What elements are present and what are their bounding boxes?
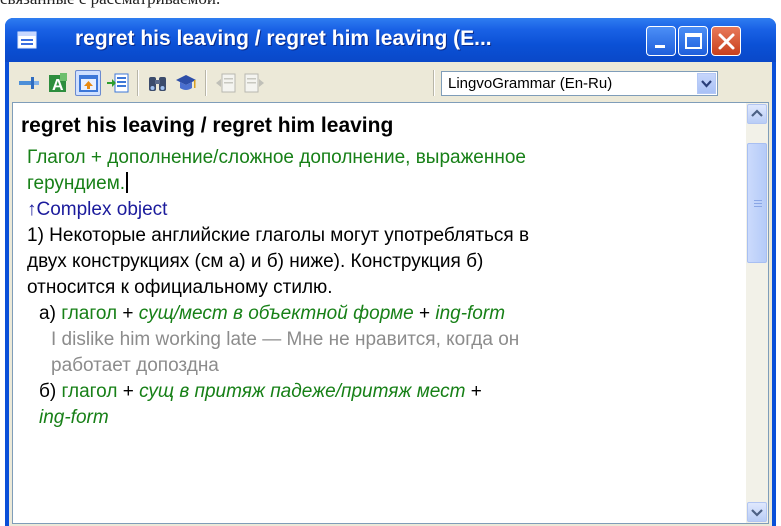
card-view-button[interactable] <box>75 70 101 96</box>
construction-a: а) глагол + сущ/мест в объектной форме +… <box>39 302 505 325</box>
learn-button[interactable] <box>173 70 199 96</box>
thumb-grip <box>754 206 762 207</box>
binoculars-icon <box>149 77 166 91</box>
client-area: A LingvoGrammar (En-Ru) regret his leavi… <box>9 62 772 526</box>
pin-button[interactable] <box>16 70 42 96</box>
maximize-icon <box>685 33 702 49</box>
find-button[interactable] <box>145 70 171 96</box>
example-line: работает допоздна <box>51 355 219 376</box>
toolbar-separator <box>433 70 435 96</box>
back-button[interactable] <box>213 70 239 96</box>
vertical-scrollbar[interactable] <box>746 103 768 523</box>
app-window-icon[interactable] <box>17 30 37 50</box>
paragraph-line: относится к официальному стилю. <box>27 277 333 298</box>
chevron-up-icon <box>751 109 763 117</box>
plus-sign: + <box>418 303 431 324</box>
minimize-button[interactable] <box>646 26 676 56</box>
maximize-button[interactable] <box>678 26 708 56</box>
dictionary-select[interactable]: LingvoGrammar (En-Ru) <box>441 71 718 96</box>
complex-object-link[interactable]: ↑Complex object <box>27 198 167 221</box>
ing-form-label: ing-form <box>39 407 109 428</box>
forward-button[interactable] <box>241 70 267 96</box>
marker-b: б) <box>39 381 57 402</box>
plus-sign: + <box>122 381 134 402</box>
plus-sign: + <box>122 303 134 324</box>
toolbar: A LingvoGrammar (En-Ru) <box>9 62 772 102</box>
article-content: regret his leaving / regret him leaving … <box>13 103 746 523</box>
definition-line: Глагол + дополнение/сложное дополнение, … <box>27 147 526 168</box>
scroll-up-button[interactable] <box>747 104 767 124</box>
definition-text: герундием. <box>27 173 126 194</box>
article-pane: regret his leaving / regret him leaving … <box>12 102 769 524</box>
thumb-grip <box>754 200 762 201</box>
background-caption: связанные с рассматриваемой. <box>0 0 220 9</box>
dropdown-arrow[interactable] <box>697 73 716 94</box>
verb-label: глагол <box>61 381 118 402</box>
chevron-down-icon <box>751 509 763 517</box>
graduation-cap-icon <box>176 75 196 90</box>
toolbar-separator <box>205 70 207 96</box>
minimize-icon <box>655 45 665 48</box>
paragraph-line: 1) Некоторые английские глаголы могут уп… <box>27 225 530 246</box>
toolbar-separator <box>137 70 139 96</box>
example-line: I dislike him working late — Мне не нрав… <box>51 329 520 350</box>
definition-line: герундием. <box>27 172 129 195</box>
translate-button[interactable]: A <box>45 70 71 96</box>
object-form: сущ/мест в объектной форме <box>138 303 414 324</box>
forward-page-icon <box>244 73 264 93</box>
scrollbar-thumb[interactable] <box>747 143 767 263</box>
scroll-down-button[interactable] <box>747 502 767 522</box>
paragraph-line: двух конструкциях (см а) и б) ниже). Кон… <box>27 251 484 272</box>
card-upload-icon <box>79 75 98 92</box>
thumb-grip <box>754 203 762 204</box>
list-button[interactable] <box>105 70 131 96</box>
window-title: regret his leaving / regret him leaving … <box>75 27 492 50</box>
object-form: сущ в притяж падеже/притяж мест <box>139 381 466 402</box>
plus-sign: + <box>470 381 482 402</box>
close-button[interactable] <box>711 26 741 56</box>
list-arrow-icon <box>107 73 129 93</box>
pin-icon <box>19 77 39 89</box>
lingvo-popup-window: regret his leaving / regret him leaving … <box>5 18 776 526</box>
entry-heading: regret his leaving / regret him leaving <box>21 114 394 137</box>
chevron-down-icon <box>701 80 712 88</box>
title-bar[interactable]: regret his leaving / regret him leaving … <box>5 18 776 62</box>
dictionary-a-icon: A <box>49 73 67 94</box>
verb-label: глагол <box>61 303 118 324</box>
marker-a: а) <box>39 303 56 324</box>
dictionary-select-value: LingvoGrammar (En-Ru) <box>448 75 613 92</box>
close-icon <box>718 33 735 50</box>
ing-form-label: ing-form <box>435 303 506 324</box>
back-page-icon <box>216 73 236 93</box>
text-cursor <box>126 172 129 193</box>
construction-b: б) глагол + сущ в притяж падеже/притяж м… <box>39 380 482 403</box>
